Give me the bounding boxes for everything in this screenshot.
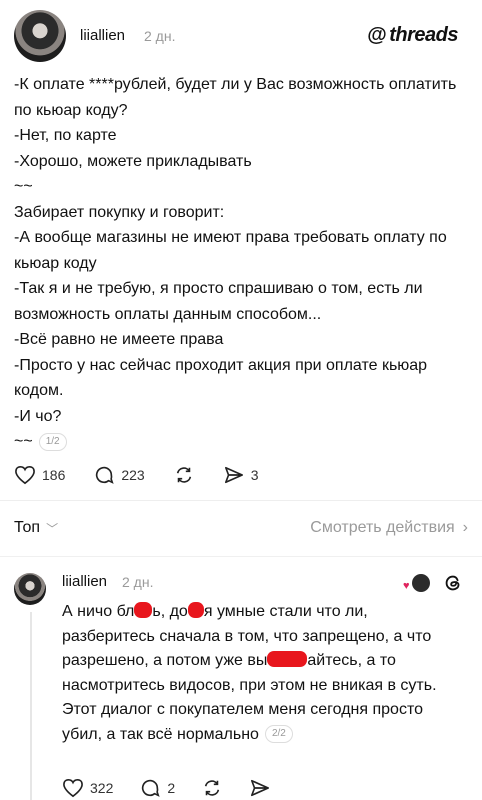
reply-actions: 322 2	[62, 777, 297, 799]
reply-time: 2 дн.	[122, 574, 154, 590]
chevron-right-icon: ›	[462, 519, 468, 536]
send-icon	[251, 779, 270, 797]
chevron-down-icon: ﹀	[46, 521, 59, 536]
reply-paragraph: Этот диалог с покупателем меня сегодня п…	[62, 698, 462, 747]
post-line: -А вообще магазины не имеют права требов…	[14, 229, 447, 272]
post-line: -Нет, по карте	[14, 127, 117, 144]
page-indicator: 1/2	[38, 432, 67, 451]
reply-header-icons: ♥	[403, 572, 464, 594]
brand-name: threads	[389, 24, 458, 46]
post-line: -И чо?	[14, 407, 62, 425]
reply-author-name[interactable]: liiallien	[62, 573, 107, 590]
share-count: 3	[250, 467, 259, 483]
redaction-mark	[187, 602, 204, 618]
divider	[0, 500, 482, 501]
threads-logo: @ threads	[367, 24, 458, 47]
reply-author-avatar[interactable]	[14, 573, 46, 605]
comment-count: 223	[121, 467, 145, 483]
redaction-mark	[134, 602, 153, 618]
repost-icon	[176, 467, 191, 483]
reply-text-segment: Этот диалог с покупателем меня сегодня п…	[62, 701, 423, 743]
share-button[interactable]: 3	[223, 465, 259, 485]
author-avatar[interactable]	[14, 10, 66, 62]
post-line: -Просто у нас сейчас проходит акция при …	[14, 356, 428, 400]
repost-button[interactable]	[173, 465, 195, 485]
sort-dropdown[interactable]: Топ ﹀	[14, 519, 58, 537]
reply-comment-button[interactable]: 2	[139, 777, 175, 799]
page-indicator: 2/2	[264, 725, 293, 744]
post-time: 2 дн.	[144, 28, 176, 44]
author-name[interactable]: liiallien	[80, 27, 125, 44]
liked-by-author-avatar: ♥	[403, 574, 430, 592]
thread-line	[30, 612, 32, 800]
reply-text: А ничо бл ь, до я умные стали что ли, разб…	[62, 600, 462, 747]
comment-button[interactable]: 223	[93, 464, 145, 486]
reply-text-segment: ь, до	[152, 603, 188, 620]
heart-icon	[15, 465, 35, 485]
post-last-line: ~~ 1/2	[14, 429, 466, 455]
view-activity-link[interactable]: Смотреть действия ›	[310, 519, 468, 537]
send-icon	[224, 466, 243, 484]
comment-icon	[96, 466, 114, 484]
reply-share-button[interactable]	[249, 778, 271, 798]
replies-sort-bar: Топ ﹀ Смотреть действия ›	[14, 516, 468, 540]
post-header: liiallien 2 дн. @ threads	[14, 10, 468, 64]
post-line: -Всё равно не имеете права	[14, 331, 224, 348]
post-line: ~~	[14, 178, 33, 195]
like-button[interactable]: 186	[14, 465, 65, 485]
post-actions: 186 223 3	[14, 462, 287, 488]
reply-like-count: 322	[90, 780, 114, 796]
post-line: -К оплате ****рублей, будет ли у Вас воз…	[14, 76, 457, 119]
reply-text-segment: А ничо бл	[62, 603, 135, 620]
post-line: ~~	[14, 433, 33, 450]
reply-comment-count: 2	[167, 780, 176, 796]
threads-icon[interactable]	[442, 572, 464, 594]
comment-icon	[142, 779, 160, 797]
view-activity-label: Смотреть действия	[310, 519, 455, 536]
reply-like-button[interactable]: 322	[62, 778, 113, 798]
reply-text-segment: я умные стали что ли,	[203, 603, 368, 620]
reply-paragraph: А ничо бл ь, до я умные стали что ли, разб…	[62, 600, 462, 698]
heart-icon	[63, 778, 83, 798]
like-count: 186	[42, 467, 66, 483]
threads-icon: @	[367, 24, 387, 46]
post-line: -Так я и не требую, я просто спрашиваю о…	[14, 280, 423, 323]
reply-repost-button[interactable]	[201, 778, 223, 798]
post-line: -Хорошо, можете прикладывать	[14, 152, 252, 170]
repost-icon	[204, 780, 220, 796]
redaction-mark	[267, 651, 308, 667]
heart-icon: ♥	[403, 580, 410, 592]
sort-label: Топ	[14, 519, 41, 536]
post-text: -К оплате ****рублей, будет ли у Вас воз…	[14, 72, 466, 455]
divider	[0, 556, 482, 557]
post-line: Забирает покупку и говорит:	[14, 203, 225, 221]
